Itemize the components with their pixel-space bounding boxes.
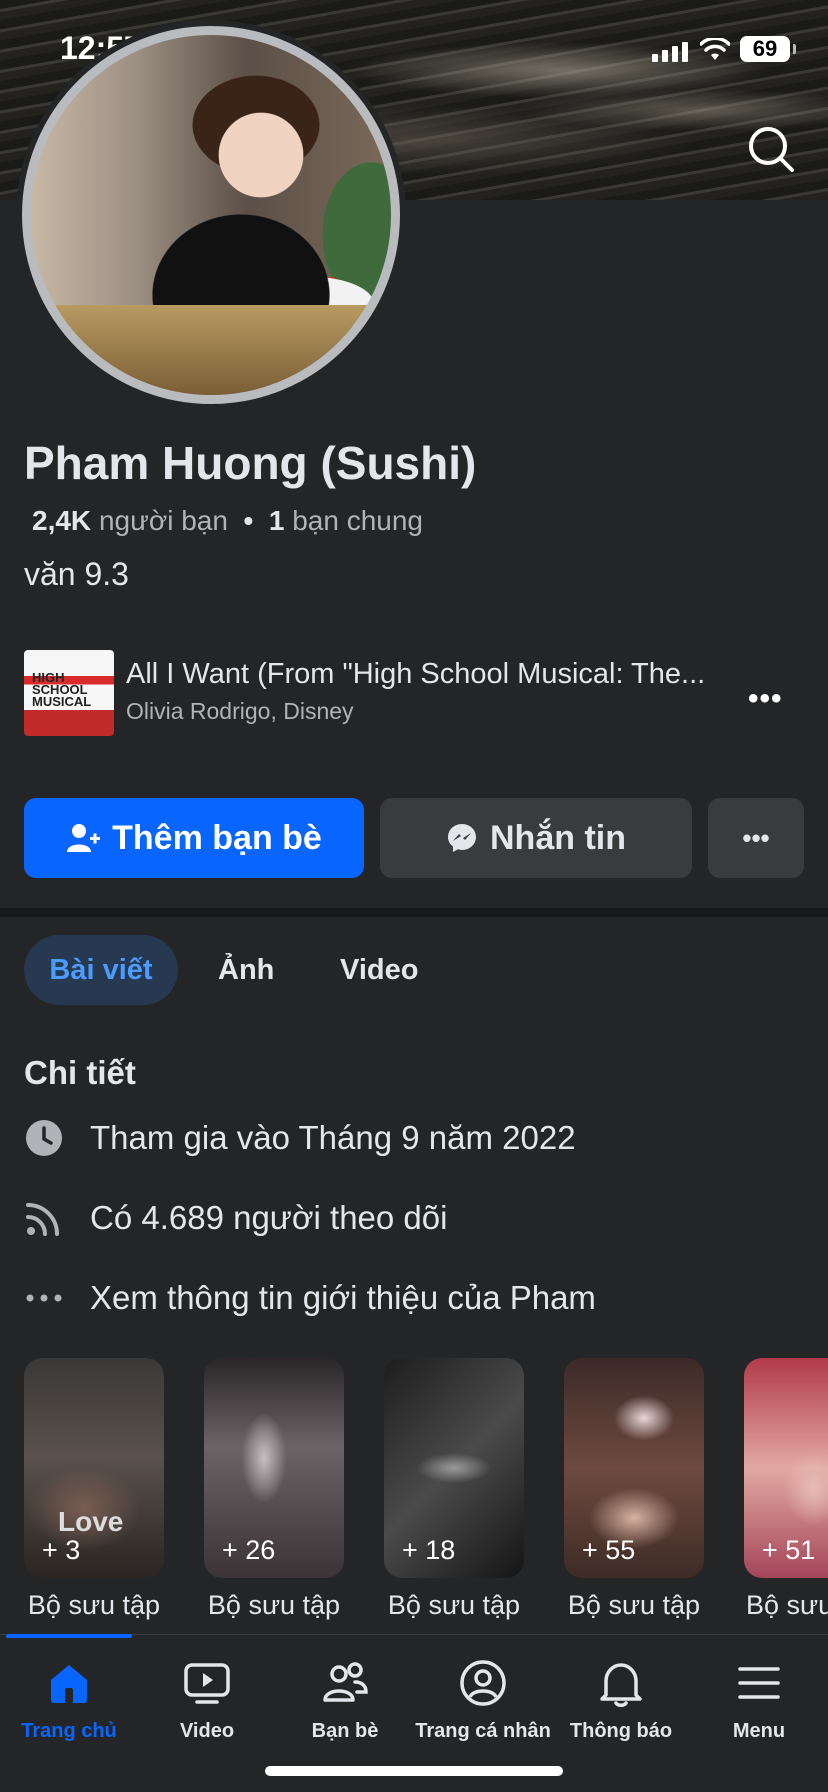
collection-thumbnail: + 51 xyxy=(744,1358,828,1578)
music-title[interactable]: All I Want (From "High School Musical: T… xyxy=(126,658,705,691)
details-title: Chi tiết xyxy=(24,1054,136,1091)
home-icon xyxy=(51,1665,87,1703)
friends-count: 2,4K xyxy=(32,505,92,536)
section-divider xyxy=(0,908,828,917)
nav-home[interactable]: Trang chủ xyxy=(0,1656,138,1743)
signal-icon xyxy=(652,42,688,62)
joined-row: Tham gia vào Tháng 9 năm 2022 xyxy=(24,1118,576,1158)
home-indicator[interactable] xyxy=(265,1766,563,1776)
separator-dot: • xyxy=(243,505,254,536)
collection-item[interactable]: + 55 Bộ sưu tập xyxy=(564,1358,704,1621)
nav-notifications-label: Thông báo xyxy=(569,1720,673,1742)
profile-bio: văn 9.3 xyxy=(24,556,129,592)
avatar-photo xyxy=(22,26,400,404)
collection-thumbnail: + 18 xyxy=(384,1358,524,1578)
search-icon[interactable] xyxy=(746,124,796,174)
bell-icon xyxy=(600,1663,642,1707)
collection-overlay-text: Love xyxy=(58,1506,124,1537)
tab-video[interactable]: Video xyxy=(340,935,418,1005)
video-icon xyxy=(184,1663,230,1704)
nav-friends-label: Bạn bè xyxy=(311,1720,379,1742)
more-dots-icon xyxy=(26,1294,62,1302)
collection-label: Bộ sưu tập xyxy=(27,1590,161,1620)
collection-count: + 51 xyxy=(762,1535,816,1565)
nav-profile[interactable]: Trang cá nhân xyxy=(414,1656,552,1743)
message-label: Nhắn tin xyxy=(490,818,626,857)
music-artist: Olivia Rodrigo, Disney xyxy=(126,698,354,724)
nav-menu[interactable]: Menu xyxy=(690,1656,828,1743)
collection-count: + 18 xyxy=(402,1535,456,1565)
followers-row[interactable]: Có 4.689 người theo dõi xyxy=(24,1198,447,1238)
messenger-icon xyxy=(448,824,476,852)
nav-profile-label: Trang cá nhân xyxy=(415,1720,551,1742)
profile-icon xyxy=(460,1660,506,1706)
nav-notifications[interactable]: Thông báo xyxy=(552,1656,690,1743)
profile-name: Pham Huong (Sushi) xyxy=(24,437,477,489)
nav-video-label: Video xyxy=(179,1720,235,1742)
nav-friends[interactable]: Bạn bè xyxy=(276,1656,414,1743)
collection-label: Bộ sưu tập xyxy=(567,1590,701,1620)
tab-posts[interactable]: Bài viết xyxy=(24,935,178,1005)
collection-thumbnail: Love + 3 xyxy=(24,1358,164,1578)
collection-label: Bộ sưu tập xyxy=(207,1590,341,1620)
collection-item[interactable]: Love + 3 Bộ sưu tập xyxy=(24,1358,164,1621)
collection-count: + 3 xyxy=(42,1535,81,1565)
add-friend-button[interactable]: Thêm bạn bè xyxy=(24,798,364,878)
clock-icon xyxy=(26,1120,62,1156)
nav-menu-label: Menu xyxy=(732,1720,786,1742)
rss-feed-icon xyxy=(26,1203,59,1236)
menu-icon xyxy=(738,1667,780,1699)
message-button[interactable]: Nhắn tin xyxy=(380,798,692,878)
about-row[interactable]: Xem thông tin giới thiệu của Pham xyxy=(24,1278,596,1318)
album-art-text: HIGH SCHOOL MUSICAL xyxy=(32,670,92,709)
profile-avatar[interactable] xyxy=(16,20,406,410)
more-actions-button[interactable]: ••• xyxy=(708,798,804,878)
collection-thumbnail: + 26 xyxy=(204,1358,344,1578)
friends-icon xyxy=(323,1662,368,1702)
collection-item[interactable]: + 51 Bộ sưu xyxy=(744,1358,828,1621)
wifi-icon xyxy=(700,38,730,60)
nav-home-label: Trang chủ xyxy=(21,1720,117,1742)
collection-count: + 26 xyxy=(222,1535,276,1565)
collection-item[interactable]: + 18 Bộ sưu tập xyxy=(384,1358,524,1621)
music-album-art[interactable]: HIGH SCHOOL MUSICAL xyxy=(24,650,114,736)
friends-label: người bạn xyxy=(98,505,228,536)
followers-text: Có 4.689 người theo dõi xyxy=(90,1199,448,1236)
collection-label: Bộ sưu tập xyxy=(387,1590,521,1620)
mutual-count: 1 xyxy=(268,505,285,536)
collection-item[interactable]: + 26 Bộ sưu tập xyxy=(204,1358,344,1621)
tab-photos[interactable]: Ảnh xyxy=(218,935,274,1005)
active-tab-indicator xyxy=(6,1634,132,1638)
add-friend-label: Thêm bạn bè xyxy=(112,818,322,857)
music-more-options-icon[interactable]: ••• xyxy=(748,682,783,716)
collection-label: Bộ sưu xyxy=(746,1590,828,1620)
collection-count: + 55 xyxy=(582,1535,636,1565)
about-text: Xem thông tin giới thiệu của Pham xyxy=(90,1279,596,1316)
collection-thumbnail: + 55 xyxy=(564,1358,704,1578)
joined-text: Tham gia vào Tháng 9 năm 2022 xyxy=(90,1119,576,1156)
mutual-label: bạn chung xyxy=(292,505,423,536)
friends-summary[interactable]: 2,4K người bạn • 1 bạn chung xyxy=(32,505,423,537)
add-friend-icon xyxy=(67,824,101,852)
nav-video[interactable]: Video xyxy=(138,1656,276,1743)
battery-icon: 69 xyxy=(740,36,796,62)
